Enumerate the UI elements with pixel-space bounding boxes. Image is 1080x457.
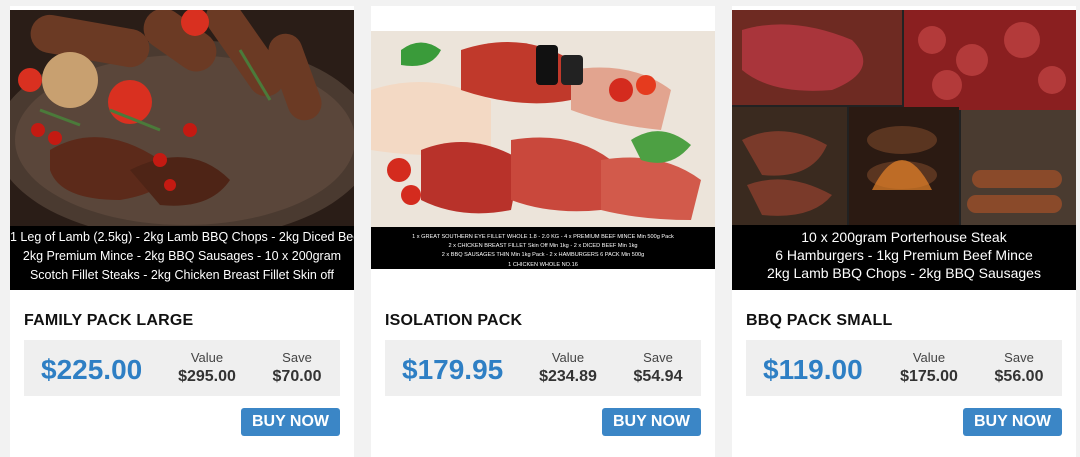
value-amount: $175.00 [900, 368, 958, 385]
save-amount: $56.00 [994, 368, 1044, 385]
value-block: Value $234.89 [528, 350, 608, 386]
product-image[interactable]: 1 x GREAT SOUTHERN EYE FILLET WHOLE 1.8 … [371, 10, 715, 290]
save-label: Save [643, 350, 673, 365]
price-box: $225.00 Value $295.00 Save $70.00 [24, 340, 340, 396]
product-image[interactable]: 1 Leg of Lamb (2.5kg) - 2kg Lamb BBQ Cho… [10, 10, 354, 290]
buy-now-button[interactable]: BUY NOW [241, 408, 340, 436]
product-card-family-pack-large: 1 Leg of Lamb (2.5kg) - 2kg Lamb BBQ Cho… [10, 6, 354, 457]
value-block: Value $295.00 [167, 350, 247, 386]
caption-line: Scotch Fillet Steaks - 2kg Chicken Breas… [29, 268, 335, 282]
product-title[interactable]: ISOLATION PACK [385, 312, 522, 330]
image-padding [371, 269, 715, 290]
caption-line: 2 x BBQ SAUSAGES THIN Min 1kg Pack - 2 x… [441, 252, 645, 259]
caption-line: 6 Hamburgers - 1kg Premium Beef Mince [775, 247, 1033, 263]
image-padding [371, 10, 715, 31]
save-block: Save $56.00 [979, 350, 1059, 386]
value-amount: $295.00 [178, 368, 236, 385]
buy-now-button[interactable]: BUY NOW [602, 408, 701, 436]
value-label: Value [912, 350, 946, 365]
save-label: Save [282, 350, 312, 365]
caption-line: 1 Leg of Lamb (2.5kg) - 2kg Lamb BBQ Cho… [10, 230, 354, 244]
value-label: Value [190, 350, 224, 365]
product-card-isolation-pack: 1 x GREAT SOUTHERN EYE FILLET WHOLE 1.8 … [371, 6, 715, 457]
product-image[interactable]: 10 x 200gram Porterhouse Steak 6 Hamburg… [732, 10, 1076, 290]
save-block: Save $54.94 [618, 350, 698, 386]
image-caption: 10 x 200gram Porterhouse Steak 6 Hamburg… [732, 225, 1076, 290]
sale-price: $225.00 [41, 354, 143, 385]
product-title[interactable]: FAMILY PACK LARGE [24, 312, 193, 330]
caption-line: 10 x 200gram Porterhouse Steak [801, 229, 1007, 245]
sale-price: $119.00 [763, 354, 863, 385]
value-block: Value $175.00 [889, 350, 969, 386]
caption-line: 2kg Premium Mince - 2kg BBQ Sausages - 1… [22, 249, 342, 263]
image-caption: 1 x GREAT SOUTHERN EYE FILLET WHOLE 1.8 … [371, 227, 715, 275]
product-title[interactable]: BBQ PACK SMALL [746, 312, 893, 330]
sale-price: $179.95 [402, 354, 504, 385]
price-box: $119.00 Value $175.00 Save $56.00 [746, 340, 1062, 396]
value-amount: $234.89 [539, 368, 597, 385]
save-block: Save $70.00 [257, 350, 337, 386]
buy-now-button[interactable]: BUY NOW [963, 408, 1062, 436]
value-label: Value [551, 350, 585, 365]
caption-line: 2kg Lamb BBQ Chops - 2kg BBQ Sausages [767, 265, 1041, 281]
caption-line: 1 x GREAT SOUTHERN EYE FILLET WHOLE 1.8 … [412, 234, 674, 240]
save-amount: $70.00 [272, 368, 322, 385]
save-label: Save [1004, 350, 1034, 365]
caption-line: 2 x CHICKEN BREAST FILLET Skin Off Min 1… [448, 243, 638, 250]
product-card-bbq-pack-small: 10 x 200gram Porterhouse Steak 6 Hamburg… [732, 6, 1076, 457]
image-caption: 1 Leg of Lamb (2.5kg) - 2kg Lamb BBQ Cho… [10, 226, 354, 290]
price-box: $179.95 Value $234.89 Save $54.94 [385, 340, 701, 396]
save-amount: $54.94 [633, 368, 683, 385]
